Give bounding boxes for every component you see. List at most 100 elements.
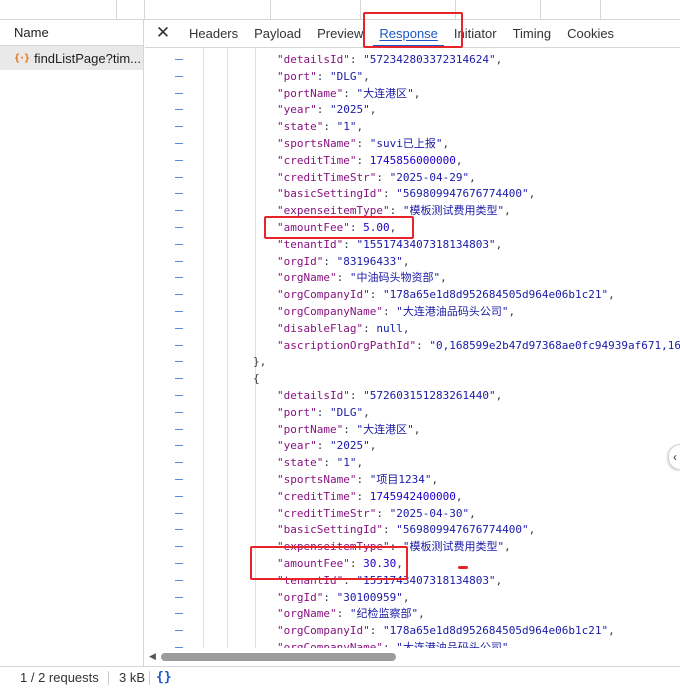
tab-label: Payload (254, 25, 302, 41)
json-key: "amountFee" (277, 221, 350, 234)
json-line: "year": "2025", (277, 103, 377, 117)
json-key: "sportsName" (277, 473, 357, 486)
gutter-marker (175, 59, 183, 60)
gutter-marker (175, 109, 183, 111)
tab-initiator[interactable]: Initiator (446, 19, 505, 47)
fetch-request-icon: {·} (14, 52, 30, 64)
json-line: }, (253, 355, 267, 369)
name-column-label: Name (14, 25, 49, 40)
column-divider (540, 0, 541, 20)
json-value: "0,168599e2b47d97368ae0fc94939af671,16fc… (429, 338, 680, 352)
json-line: "orgCompanyId": "178a65e1d8d952684505d96… (277, 624, 615, 638)
gutter-marker (175, 546, 183, 548)
json-value: "30100959" (336, 590, 403, 604)
json-value: "suvi已上报" (369, 137, 443, 150)
json-key: "creditTimeStr" (277, 506, 377, 520)
tab-preview[interactable]: Preview (309, 19, 371, 47)
json-line: "orgName": "纪检监察部", (277, 607, 425, 621)
gutter-marker (175, 395, 183, 396)
json-line: "detailsId": "572342803372314624", (277, 53, 503, 66)
json-line: "port": "DLG", (277, 69, 370, 83)
tab-label: Cookies (567, 25, 615, 41)
gutter-marker (175, 445, 183, 447)
tab-timing[interactable]: Timing (505, 19, 560, 47)
tab-payload[interactable]: Payload (246, 19, 309, 47)
json-line: "amountFee": 30.30, (277, 557, 403, 570)
column-divider (455, 0, 456, 20)
close-icon[interactable]: ✕ (145, 19, 181, 47)
tab-headers[interactable]: Headers (181, 19, 246, 47)
tab-cookies[interactable]: Cookies (559, 19, 622, 47)
gutter-marker (175, 176, 183, 178)
json-key: "expenseitemType" (277, 204, 390, 218)
json-line: "basicSettingId": "569809947676774400", (277, 523, 536, 537)
json-key: "creditTime" (277, 489, 357, 503)
json-value: "2025" (330, 439, 370, 453)
indent-guide (203, 48, 204, 648)
gutter-marker (175, 613, 183, 615)
json-line: "tenantId": "1551743407318134803", (277, 573, 503, 587)
json-value: 5.00 (363, 221, 390, 234)
json-key: "port" (277, 69, 317, 83)
gutter-marker (175, 512, 183, 514)
json-value: "569809947676774400" (396, 187, 529, 201)
gutter-marker (175, 193, 183, 195)
json-key: "orgName" (277, 607, 337, 621)
json-value: 1745942400000 (369, 489, 456, 503)
json-line: "creditTime": 1745856000000, (277, 153, 463, 167)
transfer-size: 3 kB (119, 670, 146, 685)
annotation-mark (458, 566, 468, 569)
json-line: "year": "2025", (277, 439, 377, 453)
json-value: "2025-04-30" (389, 506, 470, 520)
scroll-left-icon[interactable]: ◀ (149, 651, 156, 662)
json-key: "state" (277, 120, 324, 134)
json-value: "模板测试费用类型" (402, 540, 505, 554)
json-key: "orgCompanyId" (277, 624, 370, 638)
json-key: "tenantId" (277, 573, 344, 587)
gutter-marker (175, 277, 183, 279)
request-row[interactable]: {·} findListPage?tim... (0, 46, 143, 70)
json-key: "basicSettingId" (277, 187, 383, 201)
tab-label: Response (379, 25, 438, 41)
json-key: "creditTimeStr" (277, 170, 377, 184)
response-viewer[interactable]: "detailsId": "572342803372314624", "port"… (145, 48, 680, 648)
json-key: "amountFee" (277, 557, 350, 570)
horizontal-scrollbar[interactable]: ◀ (145, 648, 680, 666)
json-key: "tenantId" (277, 237, 344, 251)
gutter-marker (175, 579, 183, 581)
json-key: "ascriptionOrgPathId" (277, 338, 417, 352)
json-value: "项目1234" (369, 473, 432, 486)
json-value: "大连港油品码头公司" (396, 641, 509, 648)
tab-label: Headers (189, 25, 239, 41)
details-tab-bar: ✕ Headers Payload Preview Response Initi… (145, 20, 680, 48)
json-line: "ascriptionOrgPathId": "0,168599e2b47d97… (277, 337, 680, 354)
json-value: "纪检监察部" (349, 607, 419, 621)
json-line: "expenseitemType": "模板测试费用类型", (277, 540, 511, 554)
pretty-print-icon[interactable]: {} (156, 670, 172, 685)
json-line: "portName": "大连港区", (277, 422, 421, 436)
scrollbar-thumb[interactable] (161, 653, 396, 661)
json-line: "detailsId": "572603151283261440", (277, 389, 503, 402)
tab-response[interactable]: Response (371, 19, 446, 48)
indent-guide (227, 48, 228, 648)
json-value: "1551743407318134803" (356, 573, 496, 587)
json-value: 30.30 (363, 557, 397, 570)
json-value: "2025" (330, 103, 370, 117)
gutter-marker (175, 210, 183, 212)
gutter-marker (175, 227, 183, 228)
request-name: findListPage?tim... (34, 50, 142, 66)
column-divider (600, 0, 601, 20)
json-value: "83196433" (336, 254, 403, 268)
json-line: "state": "1", (277, 120, 364, 134)
json-value: "大连港油品码头公司" (396, 305, 509, 318)
json-key: "detailsId" (277, 53, 350, 66)
line-gutter (145, 48, 185, 648)
gutter-marker (175, 159, 183, 161)
json-value: null (376, 321, 403, 335)
json-line: "orgName": "中油码头物资部", (277, 271, 447, 285)
json-value: "178a65e1d8d952684505d964e06b1c21" (382, 288, 609, 302)
name-column-header[interactable]: Name (0, 20, 143, 46)
json-value: "大连港区" (356, 86, 414, 100)
status-divider (149, 670, 150, 685)
json-value: "DLG" (330, 405, 364, 419)
